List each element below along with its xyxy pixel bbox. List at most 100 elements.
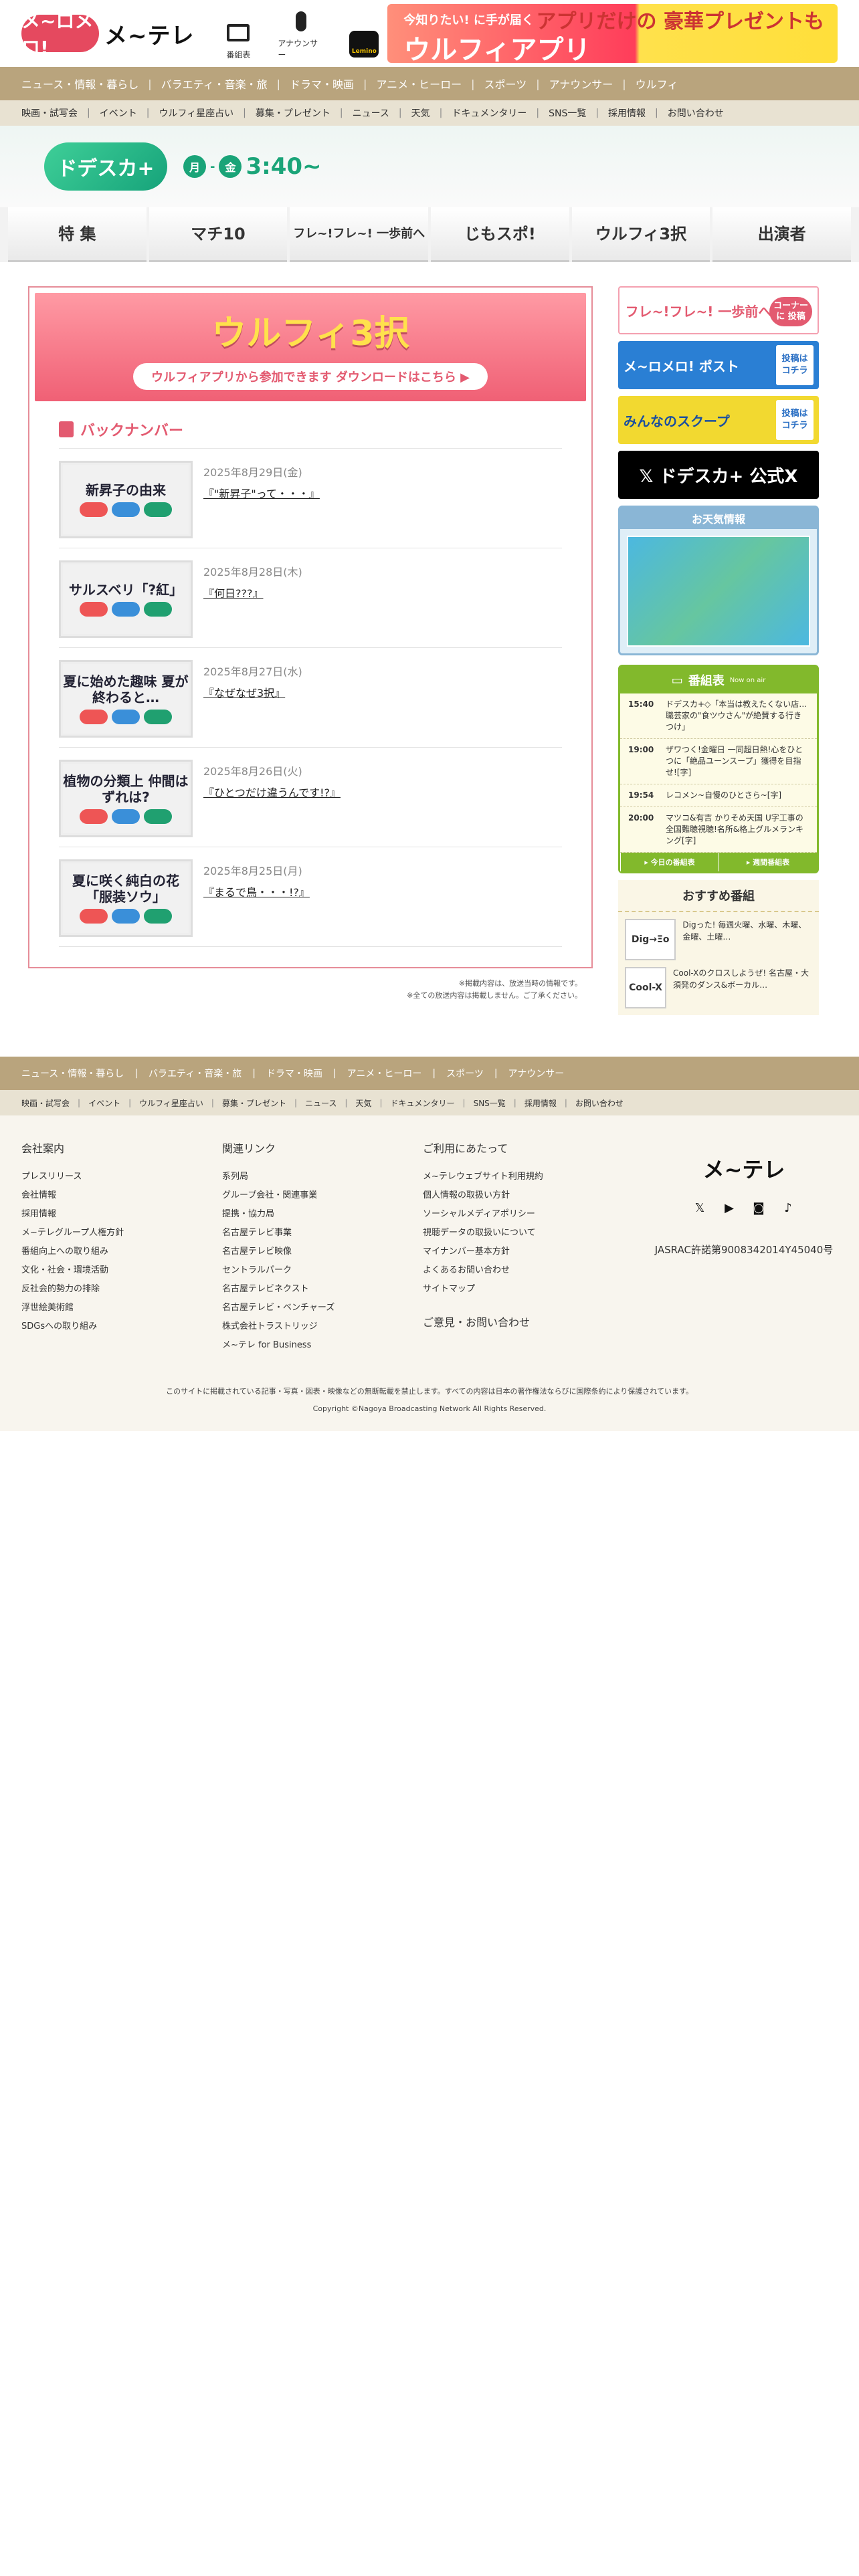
header-schedule-link[interactable]: 番組表 <box>215 18 262 60</box>
item-thumbnail[interactable]: 夏に始めた趣味 夏が終わると… <box>59 660 193 738</box>
footer-sub-nav-item[interactable]: イベント <box>88 1097 120 1109</box>
sidebar-meromero-post-banner[interactable]: メ~ロメロ! ポスト 投稿は コチラ <box>618 341 819 389</box>
footer-link[interactable]: 文化・社会・環境活動 <box>21 1261 222 1280</box>
footer-nav-item[interactable]: ドラマ・映画 <box>266 1067 322 1080</box>
footer-link[interactable]: 採用情報 <box>21 1205 222 1224</box>
weather-widget[interactable]: お天気情報 <box>618 506 819 655</box>
global-nav-item[interactable]: スポーツ <box>484 76 527 92</box>
footer-link[interactable]: プレスリリース <box>21 1168 222 1186</box>
sidebar-scoop-banner[interactable]: みんなのスクープ 投稿は コチラ <box>618 396 819 444</box>
footer-link[interactable]: 提携・協力局 <box>222 1205 423 1224</box>
item-title-link[interactable]: 『ひとつだけ違うんです!?』 <box>203 784 341 800</box>
footer-sub-nav-item[interactable]: お問い合わせ <box>575 1097 624 1109</box>
footer-link[interactable]: 名古屋テレビ・ベンチャーズ <box>222 1299 423 1317</box>
schedule-row[interactable]: 19:54 レコメン~自慢のひとさら~[字] <box>620 784 817 807</box>
item-title-link[interactable]: 『なぜなぜ3択』 <box>203 684 302 700</box>
sub-nav-item[interactable]: 募集・プレゼント <box>256 106 330 120</box>
weekly-schedule-link[interactable]: ▸ 週間番組表 <box>719 853 817 871</box>
sidebar-ippo-mae-banner[interactable]: フレ~!フレ~! 一歩前へ コーナーに 投稿 <box>618 286 819 334</box>
footer-link[interactable]: 名古屋テレビ事業 <box>222 1224 423 1243</box>
footer-link[interactable]: セントラルパーク <box>222 1261 423 1280</box>
line-icon[interactable]: ◙ <box>751 1200 767 1216</box>
app-download-button[interactable]: ウルフィアプリから参加できます ダウンロードはこちら ▶ <box>133 362 488 390</box>
footer-nav-item[interactable]: アナウンサー <box>508 1067 565 1080</box>
schedule-row[interactable]: 20:00 マツコ&有吉 かりそめ天国 U字工事の全国難聴視聴!名所&格上グルメラ… <box>620 807 817 853</box>
site-logo[interactable]: メ~ロメロ! メ~テレ <box>21 10 196 59</box>
global-nav-item[interactable]: ドラマ・映画 <box>290 76 354 92</box>
footer-logo[interactable]: メ~テレ <box>703 1153 785 1184</box>
global-nav-item[interactable]: ニュース・情報・暮らし <box>21 76 138 92</box>
footer-sub-nav-item[interactable]: SNS一覧 <box>474 1097 506 1109</box>
footer-link[interactable]: 株式会社トラストリッジ <box>222 1317 423 1336</box>
footer-nav-item[interactable]: スポーツ <box>446 1067 484 1080</box>
item-thumbnail[interactable]: 夏に咲く純白の花「服装ソウ」 <box>59 859 193 937</box>
footer-link[interactable]: 名古屋テレビネクスト <box>222 1280 423 1299</box>
footer-link[interactable]: 反社会的勢力の排除 <box>21 1280 222 1299</box>
today-schedule-link[interactable]: ▸ 今日の番組表 <box>620 853 719 871</box>
sub-nav-item[interactable]: お問い合わせ <box>668 106 724 120</box>
item-thumbnail[interactable]: サルスベリ「?紅」 <box>59 560 193 638</box>
tiktok-icon[interactable]: ♪ <box>780 1200 796 1216</box>
global-nav-item[interactable]: バラエティ・音楽・旅 <box>161 76 268 92</box>
footer-link[interactable]: 名古屋テレビ映像 <box>222 1243 423 1261</box>
item-title-link[interactable]: 『"新昇子"って・・・』 <box>203 485 320 501</box>
sub-nav-item[interactable]: イベント <box>100 106 137 120</box>
schedule-row[interactable]: 15:40 ドデスカ+◇「本当は教えたくない店…職芸家の"食ツウさん"が絶賛する行… <box>620 693 817 739</box>
tab-cast[interactable]: 出演者 <box>712 207 852 262</box>
footer-link[interactable]: 系列局 <box>222 1168 423 1186</box>
global-nav-item[interactable]: アニメ・ヒーロー <box>376 76 462 92</box>
footer-sub-nav-item[interactable]: 天気 <box>355 1097 371 1109</box>
recommended-item[interactable]: Cool-X Cool-Xのクロスしようぜ! 名古屋・大須発のダンス&ボーカル… <box>618 960 819 1008</box>
sub-nav-item[interactable]: SNS一覧 <box>549 106 586 120</box>
footer-link[interactable]: 番組向上への取り組み <box>21 1243 222 1261</box>
dodesuka-logo[interactable]: ドデスカ+ <box>44 142 167 191</box>
back-number-item[interactable]: 植物の分類上 仲間はずれは? 2025年8月26日(火) 『ひとつだけ違うんです!?… <box>59 748 562 847</box>
contact-link[interactable]: ご意見・お問い合わせ <box>423 1313 624 1329</box>
footer-link[interactable]: メ~テレグループ人権方針 <box>21 1224 222 1243</box>
sub-nav-item[interactable]: 天気 <box>411 106 430 120</box>
footer-sub-nav-item[interactable]: 映画・試写会 <box>21 1097 70 1109</box>
app-promo-banner[interactable]: 今知りたい! に手が届く ウルフィアプリ アプリだけの 豪華プレゼントも <box>387 4 838 63</box>
header-lemino-link[interactable]: Lemino <box>341 29 387 60</box>
sub-nav-item[interactable]: 採用情報 <box>608 106 646 120</box>
weather-map[interactable] <box>627 536 810 647</box>
footer-link[interactable]: SDGsへの取り組み <box>21 1317 222 1336</box>
back-number-item[interactable]: 夏に咲く純白の花「服装ソウ」 2025年8月25日(月) 『まるで鳥・・・!?』 <box>59 847 562 947</box>
footer-sub-nav-item[interactable]: ウルフィ星座占い <box>139 1097 203 1109</box>
sub-nav-item[interactable]: 映画・試写会 <box>21 106 78 120</box>
sub-nav-item[interactable]: ドキュメンタリー <box>452 106 527 120</box>
footer-link[interactable]: 視聴データの取扱いについて <box>423 1224 624 1243</box>
back-number-item[interactable]: サルスベリ「?紅」 2025年8月28日(木) 『何日???』 <box>59 548 562 648</box>
footer-nav-item[interactable]: アニメ・ヒーロー <box>347 1067 422 1080</box>
global-nav-item[interactable]: ウルフィ <box>636 76 678 92</box>
item-title-link[interactable]: 『まるで鳥・・・!?』 <box>203 883 310 899</box>
footer-sub-nav-item[interactable]: ドキュメンタリー <box>391 1097 455 1109</box>
schedule-row[interactable]: 19:00 ザワつく!金曜日 一同超日熱!心をひとつに「絶品ユーンスープ」獲得を目… <box>620 739 817 784</box>
footer-link[interactable]: メ~テレ for Business <box>222 1336 423 1355</box>
youtube-icon[interactable]: ▶ <box>721 1200 737 1216</box>
item-thumbnail[interactable]: 新昇子の由来 <box>59 461 193 538</box>
recommended-item[interactable]: Dig→Ξο Digった! 毎週火曜、水曜、木曜、金曜、土曜… <box>618 912 819 960</box>
footer-link[interactable]: グループ会社・関連事業 <box>222 1186 423 1205</box>
footer-link[interactable]: 個人情報の取扱い方針 <box>423 1186 624 1205</box>
tab-wolfy-3taku[interactable]: ウルフィ3択 <box>571 207 710 262</box>
back-number-item[interactable]: 新昇子の由来 2025年8月29日(金) 『"新昇子"って・・・』 <box>59 449 562 548</box>
footer-link[interactable]: ソーシャルメディアポリシー <box>423 1205 624 1224</box>
footer-sub-nav-item[interactable]: 採用情報 <box>524 1097 557 1109</box>
x-icon[interactable]: 𝕏 <box>692 1200 708 1216</box>
footer-link[interactable]: メ~テレウェブサイト利用規約 <box>423 1168 624 1186</box>
back-number-item[interactable]: 夏に始めた趣味 夏が終わると… 2025年8月27日(水) 『なぜなぜ3択』 <box>59 648 562 748</box>
tab-jimospo[interactable]: じもスポ! <box>431 207 569 262</box>
footer-link[interactable]: マイナンバー基本方針 <box>423 1243 624 1261</box>
tab-ippo-mae[interactable]: フレ~!フレ~! 一歩前へ <box>290 207 429 262</box>
footer-sub-nav-item[interactable]: 募集・プレゼント <box>222 1097 286 1109</box>
sidebar-x-official-banner[interactable]: 𝕏 ドデスカ+ 公式X <box>618 451 819 499</box>
item-thumbnail[interactable]: 植物の分類上 仲間はずれは? <box>59 760 193 837</box>
footer-link[interactable]: サイトマップ <box>423 1280 624 1299</box>
footer-link[interactable]: よくあるお問い合わせ <box>423 1261 624 1280</box>
sub-nav-item[interactable]: ニュース <box>353 106 389 120</box>
footer-link[interactable]: 浮世絵美術館 <box>21 1299 222 1317</box>
tab-feature[interactable]: 特 集 <box>8 207 147 262</box>
global-nav-item[interactable]: アナウンサー <box>549 76 613 92</box>
sub-nav-item[interactable]: ウルフィ星座占い <box>159 106 233 120</box>
